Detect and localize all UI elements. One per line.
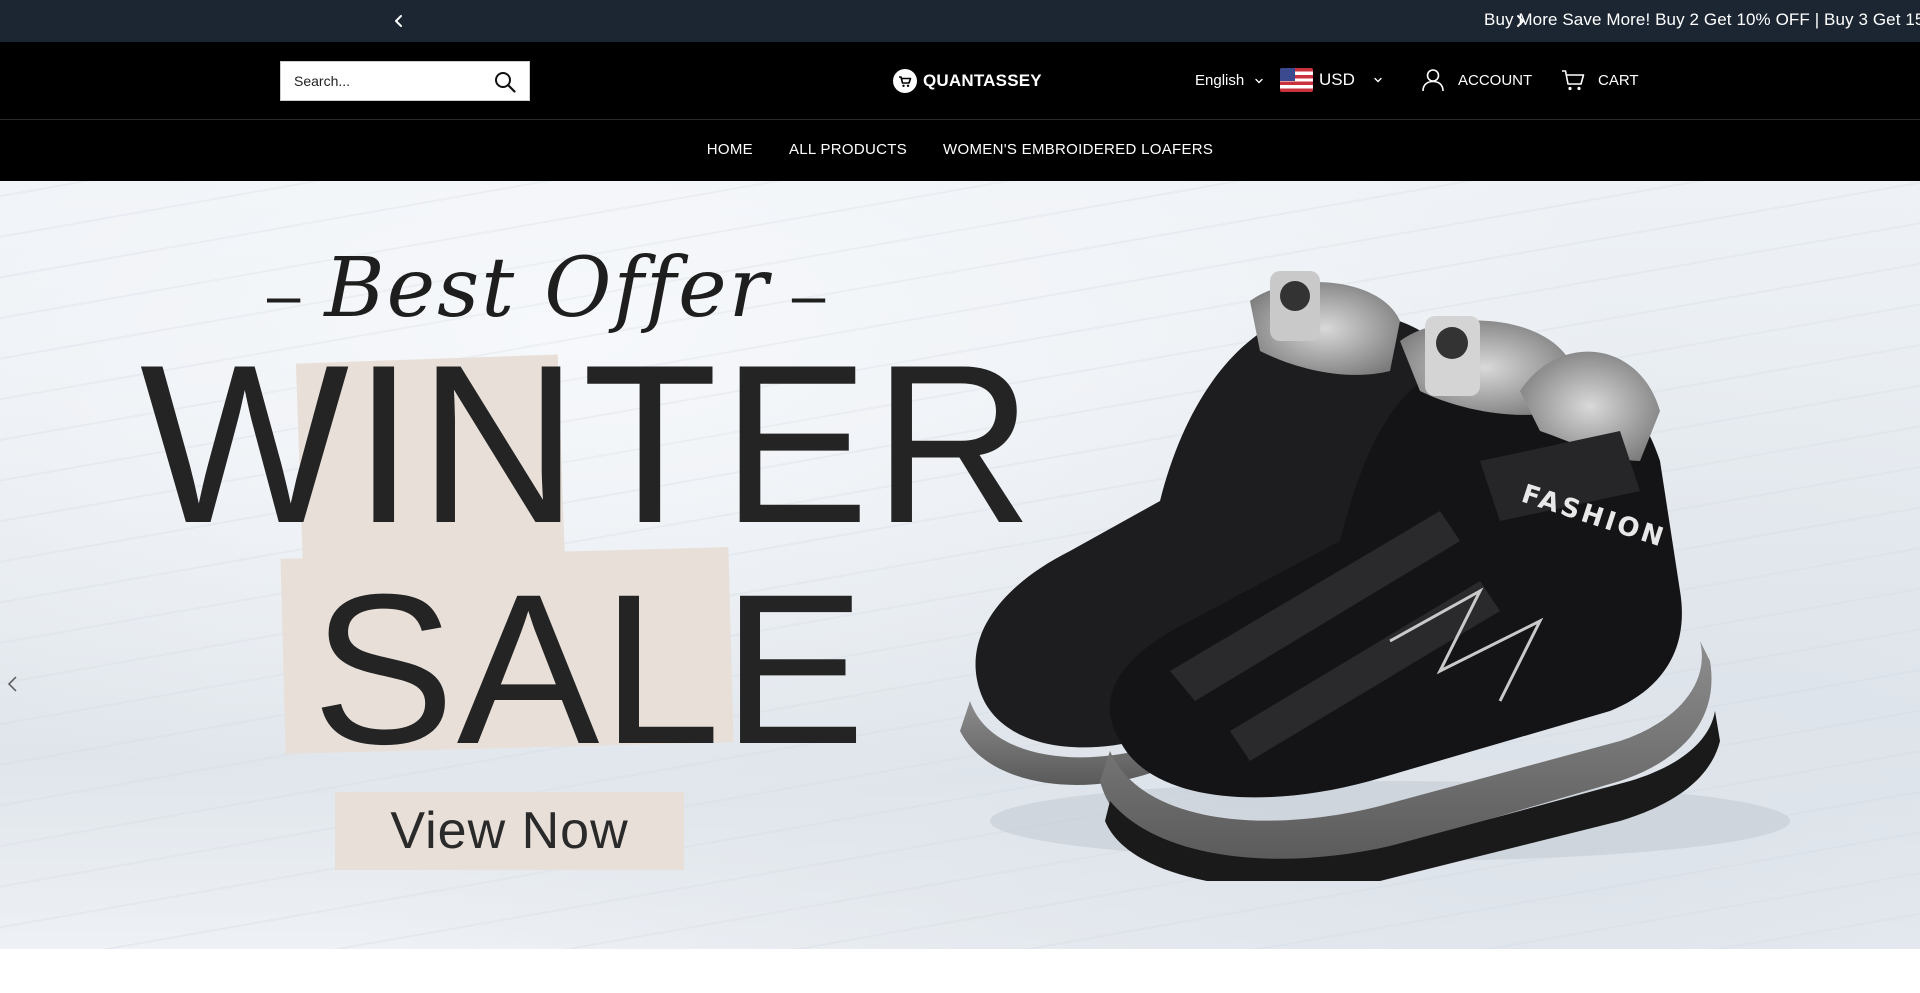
nav-item-womens-embroidered-loafers[interactable]: WOMEN'S EMBROIDERED LOAFERS	[943, 141, 1213, 160]
announcement-next-button[interactable]	[1506, 7, 1534, 35]
cart-link[interactable]: CART	[1560, 67, 1639, 93]
chevron-right-icon	[1517, 15, 1524, 27]
account-label: ACCOUNT	[1458, 71, 1533, 89]
winter-boots-image: FASHION	[960, 271, 1790, 881]
logo-text: QUANTASSEY	[923, 71, 1042, 90]
hero-headline-sale: SALE	[312, 550, 868, 789]
currency-label: USD	[1319, 70, 1355, 89]
hero-headline-winter: WINTER	[140, 317, 1038, 570]
nav-item-all-products[interactable]: ALL PRODUCTS	[789, 141, 907, 160]
chevron-left-icon[interactable]	[4, 671, 22, 697]
chevron-down-icon	[1255, 78, 1263, 83]
announcement-bar: Buy More Save More! Buy 2 Get 10% OFF | …	[0, 0, 1920, 42]
account-link[interactable]: ACCOUNT	[1420, 67, 1532, 93]
nav-item-home[interactable]: HOME	[707, 141, 753, 160]
shopping-cart-logo-icon	[893, 69, 917, 93]
currency-selector[interactable]: USD	[1280, 68, 1383, 92]
hero-banner[interactable]: – Best Offer – WINTER SALE View Now FASH…	[0, 181, 1920, 949]
site-header: QUANTASSEY English USD ACCOUNT CART	[0, 42, 1920, 120]
announcement-prev-button[interactable]	[385, 7, 413, 35]
announcement-text: Buy More Save More! Buy 2 Get 10% OFF | …	[1484, 10, 1920, 29]
search-box	[280, 61, 530, 101]
chevron-down-icon	[1374, 77, 1382, 83]
search-icon[interactable]	[493, 70, 517, 94]
view-now-button[interactable]: View Now	[335, 792, 684, 870]
cart-icon	[1562, 70, 1585, 91]
site-logo[interactable]: QUANTASSEY	[893, 69, 1042, 93]
language-label: English	[1195, 72, 1245, 89]
language-selector[interactable]: English	[1195, 72, 1264, 89]
us-flag-icon	[1280, 68, 1313, 92]
search-input[interactable]	[281, 62, 481, 100]
chevron-left-icon	[395, 15, 402, 27]
cart-label: CART	[1598, 71, 1639, 89]
user-icon	[1422, 69, 1444, 92]
main-nav: HOME ALL PRODUCTS WOMEN'S EMBROIDERED LO…	[0, 120, 1920, 181]
